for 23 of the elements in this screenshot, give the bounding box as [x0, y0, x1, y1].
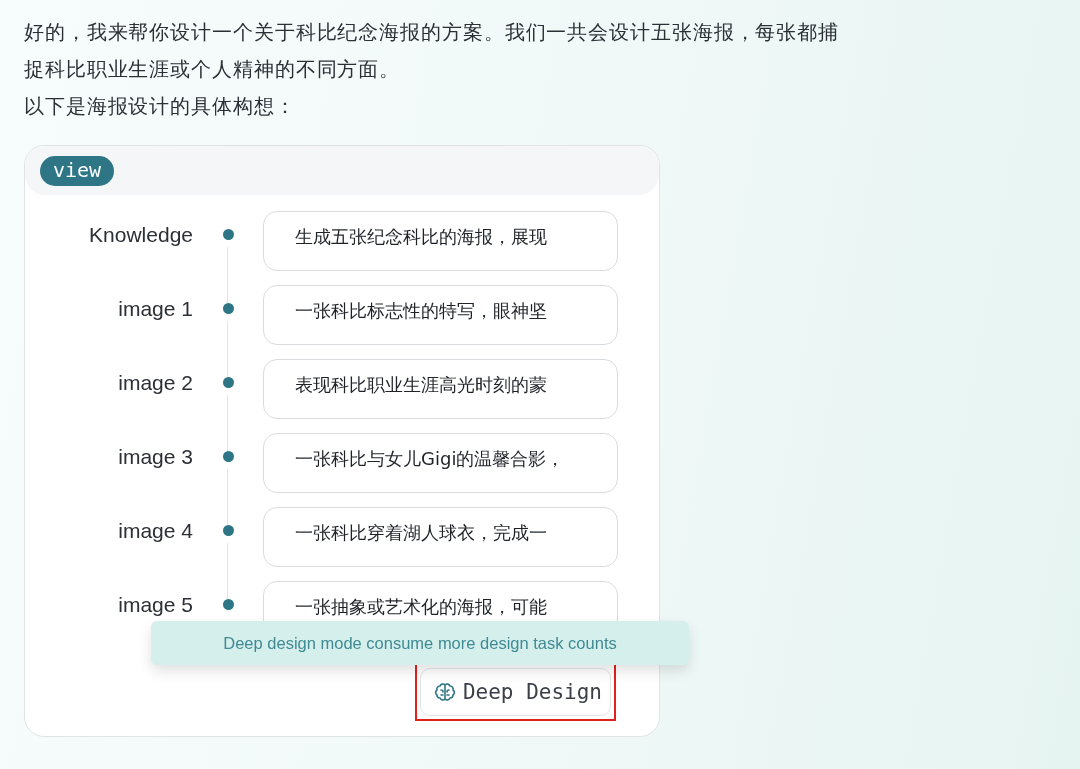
timeline-dot — [222, 451, 234, 462]
tooltip: Deep design mode consume more design task counts — [151, 621, 689, 665]
row-label: Knowledge — [88, 222, 193, 248]
brain-icon — [432, 680, 457, 704]
prompt-field[interactable]: 生成五张纪念科比的海报，展现 — [263, 211, 618, 271]
timeline-dot — [222, 303, 234, 314]
timeline-dot — [222, 229, 234, 240]
message-text: 以下是海报设计的具体构想： — [24, 94, 297, 120]
row-label: image 2 — [117, 370, 193, 396]
message-text: 好的，我来帮你设计一个关于科比纪念海报的方案。我们一共会设计五张海报，每张都捕捉科比职业生涯或个人精神的不同方面。 — [24, 20, 841, 83]
view-tag: view — [40, 155, 115, 186]
prompt-field[interactable]: 表现科比职业生涯高光时刻的蒙 — [263, 359, 618, 419]
timeline-dot — [222, 525, 234, 536]
row-label: image 5 — [117, 592, 193, 618]
prompt-field[interactable]: 一张科比与女儿Gigi的温馨合影， — [263, 433, 618, 493]
row-label: image 1 — [117, 296, 193, 322]
timeline-dot — [222, 377, 234, 388]
row-label: image 3 — [117, 444, 193, 470]
prompt-field[interactable]: 一张科比标志性的特写，眼神坚 — [263, 285, 618, 345]
prompt-field[interactable]: 一张科比穿着湖人球衣，完成一 — [263, 507, 618, 567]
row-label: image 4 — [117, 518, 193, 544]
timeline-dot — [222, 599, 234, 610]
deep-design-button[interactable]: Deep Design — [419, 668, 611, 716]
